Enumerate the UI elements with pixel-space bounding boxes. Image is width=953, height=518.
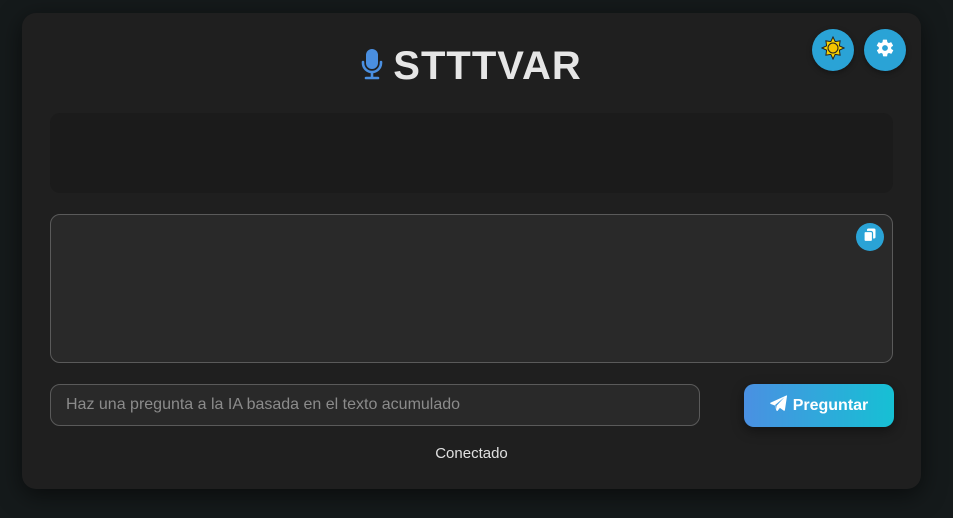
microphone-icon xyxy=(361,48,383,85)
connection-status: Conectado xyxy=(435,445,508,462)
app-title: STTTVAR xyxy=(393,44,582,88)
ask-button-label: Preguntar xyxy=(792,396,869,414)
live-transcription-box xyxy=(50,113,893,193)
app-header: STTTVAR xyxy=(22,44,921,88)
copy-button[interactable] xyxy=(856,223,884,251)
copy-icon xyxy=(862,227,878,248)
main-card: STTTVAR Preguntar Conectado xyxy=(22,13,921,489)
question-input[interactable] xyxy=(50,384,700,426)
paper-plane-icon xyxy=(769,394,787,417)
accumulated-text-box[interactable] xyxy=(50,214,893,363)
ask-button[interactable]: Preguntar xyxy=(744,384,894,427)
